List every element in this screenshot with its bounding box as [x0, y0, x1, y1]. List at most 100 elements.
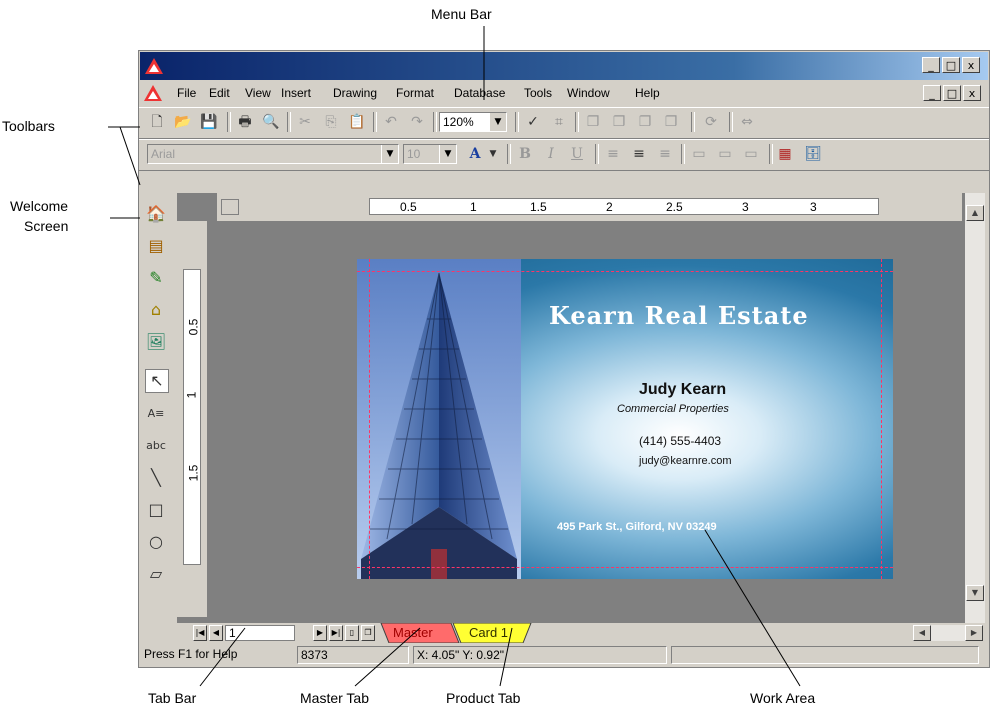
- doc-logo-icon[interactable]: [143, 83, 163, 103]
- business-card[interactable]: Kearn Real Estate Judy Kearn Commercial …: [357, 259, 893, 579]
- doc-restore-button[interactable]: □: [943, 85, 961, 101]
- restore-button[interactable]: □: [942, 57, 960, 73]
- next-page-icon[interactable]: ▶: [313, 625, 327, 641]
- calendar-icon[interactable]: ▦: [775, 144, 795, 164]
- database-icon[interactable]: 🗄: [803, 144, 823, 164]
- open-folder-icon[interactable]: 📂: [173, 112, 193, 132]
- zoom-combo[interactable]: 120% ▼: [439, 112, 507, 132]
- valign-bottom-icon[interactable]: ▭: [741, 144, 761, 164]
- scroll-down-icon[interactable]: ▼: [966, 585, 984, 601]
- page-number-field[interactable]: 1: [225, 625, 295, 641]
- horizontal-scrollbar[interactable]: ◀ ▶: [913, 625, 983, 641]
- scroll-left-icon[interactable]: ◀: [913, 625, 931, 641]
- font-combo[interactable]: Arial ▼: [147, 144, 399, 164]
- menu-tools[interactable]: Tools: [524, 86, 552, 100]
- print-icon[interactable]: 🖶: [235, 112, 255, 132]
- menu-view[interactable]: View: [245, 86, 271, 100]
- menu-window[interactable]: Window: [567, 86, 610, 100]
- last-page-icon[interactable]: ▶|: [329, 625, 343, 641]
- tab-card[interactable]: Card 1: [469, 625, 508, 640]
- font-size-dropdown-icon[interactable]: ▼: [439, 145, 456, 163]
- picture-icon[interactable]: 🖼: [145, 331, 167, 353]
- font-color-dropdown-icon[interactable]: ▼: [483, 144, 503, 164]
- copy-icon[interactable]: ⎘: [321, 112, 341, 132]
- welcome-screen-icon[interactable]: 🏠: [145, 203, 167, 225]
- rectangle-tool-icon[interactable]: □: [145, 499, 167, 521]
- ruler-label: 1.5: [186, 464, 201, 482]
- work-area[interactable]: 0.5 1 1.5 2 2.5 3 3 0.5 1 1.5 Kearn Real…: [177, 193, 985, 623]
- margin-guide: [357, 271, 893, 272]
- left-toolbar: 🏠 ▤ ✎ ⌂ 🖼 ↖ A≡ abc ╲ □ ○ ▱: [139, 193, 173, 633]
- align-right-icon[interactable]: ≡: [655, 144, 675, 164]
- polygon-tool-icon[interactable]: ▱: [145, 563, 167, 585]
- ellipse-tool-icon[interactable]: ○: [145, 531, 167, 553]
- undo-icon[interactable]: ↶: [381, 112, 401, 132]
- scroll-right-icon[interactable]: ▶: [965, 625, 983, 641]
- menu-insert[interactable]: Insert: [281, 86, 311, 100]
- font-color-icon[interactable]: A: [465, 144, 485, 164]
- company-name[interactable]: Kearn Real Estate: [549, 301, 809, 330]
- send-back-icon[interactable]: ❐: [609, 112, 629, 132]
- doc-minimize-button[interactable]: _: [923, 85, 941, 101]
- menu-file[interactable]: File: [177, 86, 196, 100]
- tab-bar: |◀ ◀ 1 ▶ ▶| ▯ ❐ Master Card 1 ◀ ▶: [177, 623, 985, 643]
- menu-drawing[interactable]: Drawing: [333, 86, 377, 100]
- send-backward-icon[interactable]: ❐: [661, 112, 681, 132]
- status-bar: Press F1 for Help 8373 X: 4.05" Y: 0.92": [139, 643, 989, 667]
- align-center-icon[interactable]: ≡: [629, 144, 649, 164]
- callout-work-area: Work Area: [750, 690, 816, 706]
- font-size-combo[interactable]: 10 ▼: [403, 144, 457, 164]
- pointer-tool-icon[interactable]: ↖: [145, 369, 169, 393]
- valign-top-icon[interactable]: ▭: [689, 144, 709, 164]
- bold-button[interactable]: B: [515, 144, 535, 164]
- bring-front-icon[interactable]: ❐: [583, 112, 603, 132]
- crop-icon[interactable]: ⌗: [549, 112, 569, 132]
- bring-forward-icon[interactable]: ❐: [635, 112, 655, 132]
- close-button[interactable]: x: [962, 57, 980, 73]
- paste-icon[interactable]: 📋: [347, 112, 367, 132]
- street-address[interactable]: 495 Park St., Gilford, NV 03249: [557, 521, 717, 533]
- insert-page-icon[interactable]: ▯: [345, 625, 359, 641]
- person-name[interactable]: Judy Kearn: [639, 381, 726, 399]
- zoom-dropdown-icon[interactable]: ▼: [489, 113, 506, 131]
- align-left-icon[interactable]: ≡: [603, 144, 623, 164]
- ruler-label: 3: [810, 200, 817, 214]
- duplicate-page-icon[interactable]: ❐: [361, 625, 375, 641]
- tab-master[interactable]: Master: [393, 625, 433, 640]
- menu-edit[interactable]: Edit: [209, 86, 230, 100]
- first-page-icon[interactable]: |◀: [193, 625, 207, 641]
- flip-icon[interactable]: ⇔: [737, 112, 757, 132]
- new-document-icon[interactable]: 🗋: [147, 112, 167, 132]
- app-window: _ □ x File Edit View Insert Drawing Form…: [138, 50, 990, 668]
- cut-icon[interactable]: ✂: [295, 112, 315, 132]
- email-address[interactable]: judy@kearnre.com: [639, 455, 731, 467]
- title-bar[interactable]: _ □ x: [140, 52, 988, 80]
- doc-close-button[interactable]: x: [963, 85, 981, 101]
- redo-icon[interactable]: ↷: [407, 112, 427, 132]
- design-wizard-icon[interactable]: ✎: [145, 267, 167, 289]
- person-title[interactable]: Commercial Properties: [617, 403, 729, 415]
- phone-number[interactable]: (414) 555-4403: [639, 434, 721, 448]
- horizontal-ruler: 0.5 1 1.5 2 2.5 3 3: [217, 193, 962, 221]
- spell-check-icon[interactable]: ✓: [523, 112, 543, 132]
- minimize-button[interactable]: _: [922, 57, 940, 73]
- menu-format[interactable]: Format: [396, 86, 434, 100]
- save-icon[interactable]: 💾: [199, 112, 219, 132]
- italic-button[interactable]: I: [541, 144, 561, 164]
- gallery-icon[interactable]: ⌂: [145, 299, 167, 321]
- text-effect-tool-icon[interactable]: abc: [145, 435, 167, 457]
- menu-database[interactable]: Database: [454, 86, 505, 100]
- font-dropdown-icon[interactable]: ▼: [381, 145, 398, 163]
- print-preview-icon[interactable]: 🔍: [261, 112, 281, 132]
- menu-help[interactable]: Help: [635, 86, 660, 100]
- vertical-scrollbar[interactable]: ▲ ▼: [965, 193, 985, 623]
- underline-button[interactable]: U: [567, 144, 587, 164]
- rotate-icon[interactable]: ⟳: [701, 112, 721, 132]
- scroll-up-icon[interactable]: ▲: [966, 205, 984, 221]
- text-frame-tool-icon[interactable]: A≡: [145, 403, 167, 425]
- prev-page-icon[interactable]: ◀: [209, 625, 223, 641]
- line-tool-icon[interactable]: ╲: [145, 467, 167, 489]
- status-empty: [671, 646, 979, 664]
- valign-middle-icon[interactable]: ▭: [715, 144, 735, 164]
- product-icon[interactable]: ▤: [145, 235, 167, 257]
